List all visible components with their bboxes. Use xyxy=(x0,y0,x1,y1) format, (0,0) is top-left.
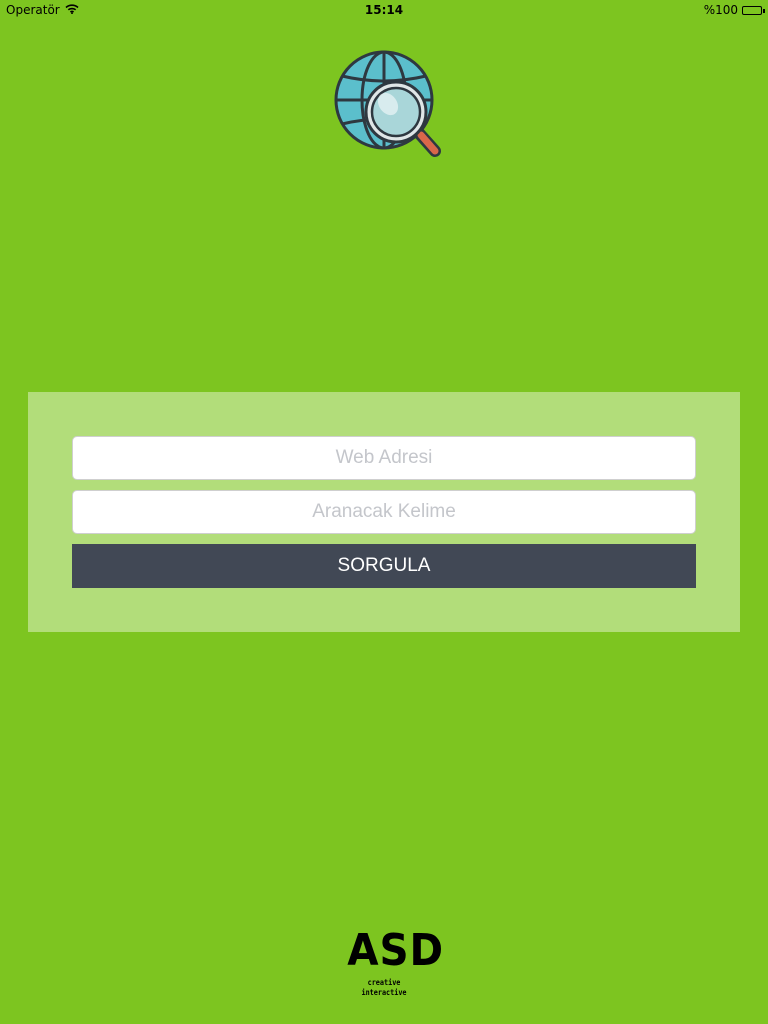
search-form-panel: SORGULA xyxy=(28,392,740,632)
battery-tip xyxy=(763,8,765,13)
globe-search-icon xyxy=(332,48,446,162)
query-button[interactable]: SORGULA xyxy=(72,544,696,588)
battery-icon xyxy=(742,5,765,15)
status-right: %100 xyxy=(703,3,765,17)
brand-logo: ASD creative interactive xyxy=(344,925,445,998)
brand-name: ASD xyxy=(347,925,445,976)
status-bar: Operatör 15:14 %100 xyxy=(0,0,768,20)
web-address-input[interactable] xyxy=(72,436,696,480)
brand-tagline: creative interactive xyxy=(361,978,407,997)
battery-percent: %100 xyxy=(703,3,738,17)
keyword-input[interactable] xyxy=(72,490,696,534)
status-time: 15:14 xyxy=(364,3,404,17)
